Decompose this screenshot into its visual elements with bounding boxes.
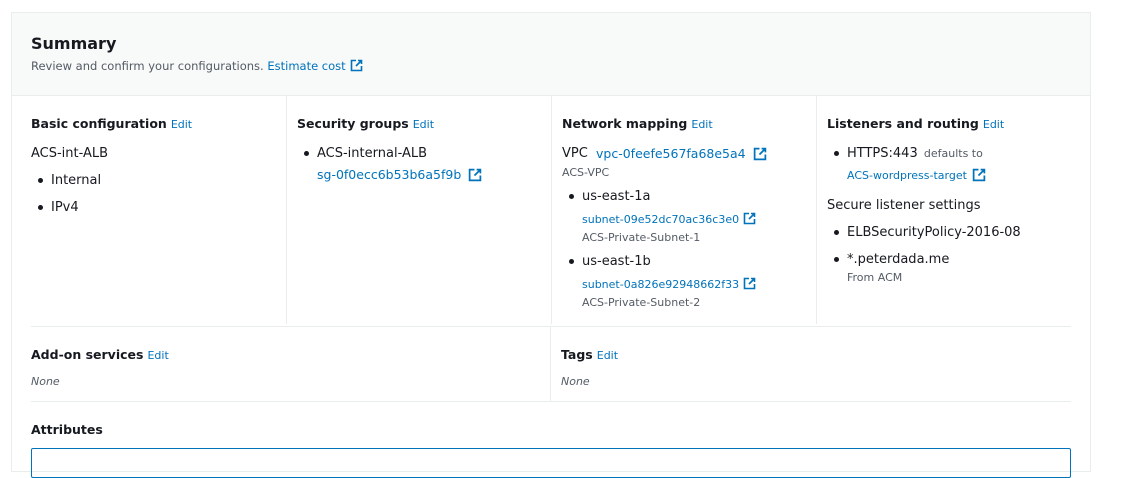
external-link-icon [468,168,482,182]
tags-value: None [561,375,590,388]
security-group-id: sg-0f0ecc6b53b6a5f9b [317,167,462,182]
addon-services-heading: Add-on services [31,347,144,362]
summary-description: Review and confirm your configurations. … [31,59,363,73]
summary-header: Summary Review and confirm your configur… [12,13,1090,96]
listeners-routing-edit-link[interactable]: Edit [983,118,1004,131]
divider [31,401,1071,402]
availability-zone: us-east-1a [582,189,651,204]
ip-address-type-value: IPv4 [51,200,79,215]
estimate-cost-label: Estimate cost [267,59,346,73]
listener-value: HTTPS:443 [847,146,918,161]
network-mapping-heading: Network mapping [562,116,688,131]
vpc-name: ACS-VPC [562,166,610,179]
vpc-id: vpc-0feefe567fa68e5a4 [596,146,746,161]
load-balancer-name: ACS-int-ALB [31,146,109,161]
defaults-to-label: defaults to [923,147,983,160]
network-mapping-section: Network mapping Edit VPC vpc-0feefe567fa6… [551,96,816,324]
external-link-icon [743,277,756,290]
attributes-box [31,448,1071,478]
target-group-link[interactable]: ACS-wordpress-target [847,168,986,182]
bullet [834,151,839,156]
basic-configuration-edit-link[interactable]: Edit [171,118,192,131]
listeners-routing-title: Listeners and routing Edit [827,116,1004,131]
network-mapping-edit-link[interactable]: Edit [691,118,712,131]
bullet [569,194,574,199]
certificate-value: *.peterdada.me [847,252,950,267]
tags-edit-link[interactable]: Edit [597,349,618,362]
subnet-name: ACS-Private-Subnet-2 [582,296,701,309]
bullet [304,151,309,156]
external-link-icon [350,59,363,72]
security-groups-title: Security groups Edit [297,116,434,131]
addon-services-title: Add-on services Edit [31,347,169,362]
subnet-link[interactable]: subnet-09e52dc70ac36c3e0 [582,212,756,226]
bullet [38,205,43,210]
estimate-cost-link[interactable]: Estimate cost [267,59,362,73]
security-group-name: ACS-internal-ALB [317,146,428,161]
basic-configuration-heading: Basic configuration [31,116,167,131]
divider [550,327,551,401]
basic-configuration-section: Basic configuration Edit ACS-int-ALB Inte… [31,96,286,324]
scheme-value: Internal [51,173,102,188]
attributes-title: Attributes [31,422,103,437]
divider [31,326,1071,327]
tags-title: Tags Edit [561,347,618,362]
external-link-icon [753,147,766,161]
bullet [834,230,839,235]
summary-card: Summary Review and confirm your configur… [11,12,1091,478]
summary-title: Summary [31,34,117,53]
listeners-routing-heading: Listeners and routing [827,116,979,131]
network-mapping-title: Network mapping Edit [562,116,713,131]
subnet-name: ACS-Private-Subnet-1 [582,231,701,244]
bullet [38,178,43,183]
listener-protocol-port: HTTPS:443 defaults to [847,146,983,161]
subnet-id: subnet-09e52dc70ac36c3e0 [582,213,740,226]
addon-services-edit-link[interactable]: Edit [147,349,168,362]
basic-configuration-title: Basic configuration Edit [31,116,192,131]
vpc-label: VPC [562,146,588,161]
security-group-id-link[interactable]: sg-0f0ecc6b53b6a5f9b [317,167,482,182]
target-group-name: ACS-wordpress-target [847,169,967,182]
security-groups-section: Security groups Edit ACS-internal-ALB sg-… [286,96,551,324]
vpc-id-link[interactable]: vpc-0feefe567fa68e5a4 [596,146,766,161]
subnet-link[interactable]: subnet-0a826e92948662f33 [582,277,756,291]
summary-description-text: Review and confirm your configurations. [31,59,264,73]
security-policy-value: ELBSecurityPolicy-2016-08 [847,225,1021,240]
security-groups-edit-link[interactable]: Edit [413,118,434,131]
listeners-routing-section: Listeners and routing Edit HTTPS:443 defa… [816,96,1072,324]
external-link-icon [743,212,756,225]
secure-listener-settings-title: Secure listener settings [827,198,981,213]
bullet [569,259,574,264]
security-groups-heading: Security groups [297,116,409,131]
certificate-source: From ACM [847,271,903,284]
availability-zone: us-east-1b [582,254,651,269]
addon-services-value: None [31,375,60,388]
bullet [834,257,839,262]
subnet-id: subnet-0a826e92948662f33 [582,278,740,291]
external-link-icon [972,168,986,182]
tags-heading: Tags [561,347,593,362]
